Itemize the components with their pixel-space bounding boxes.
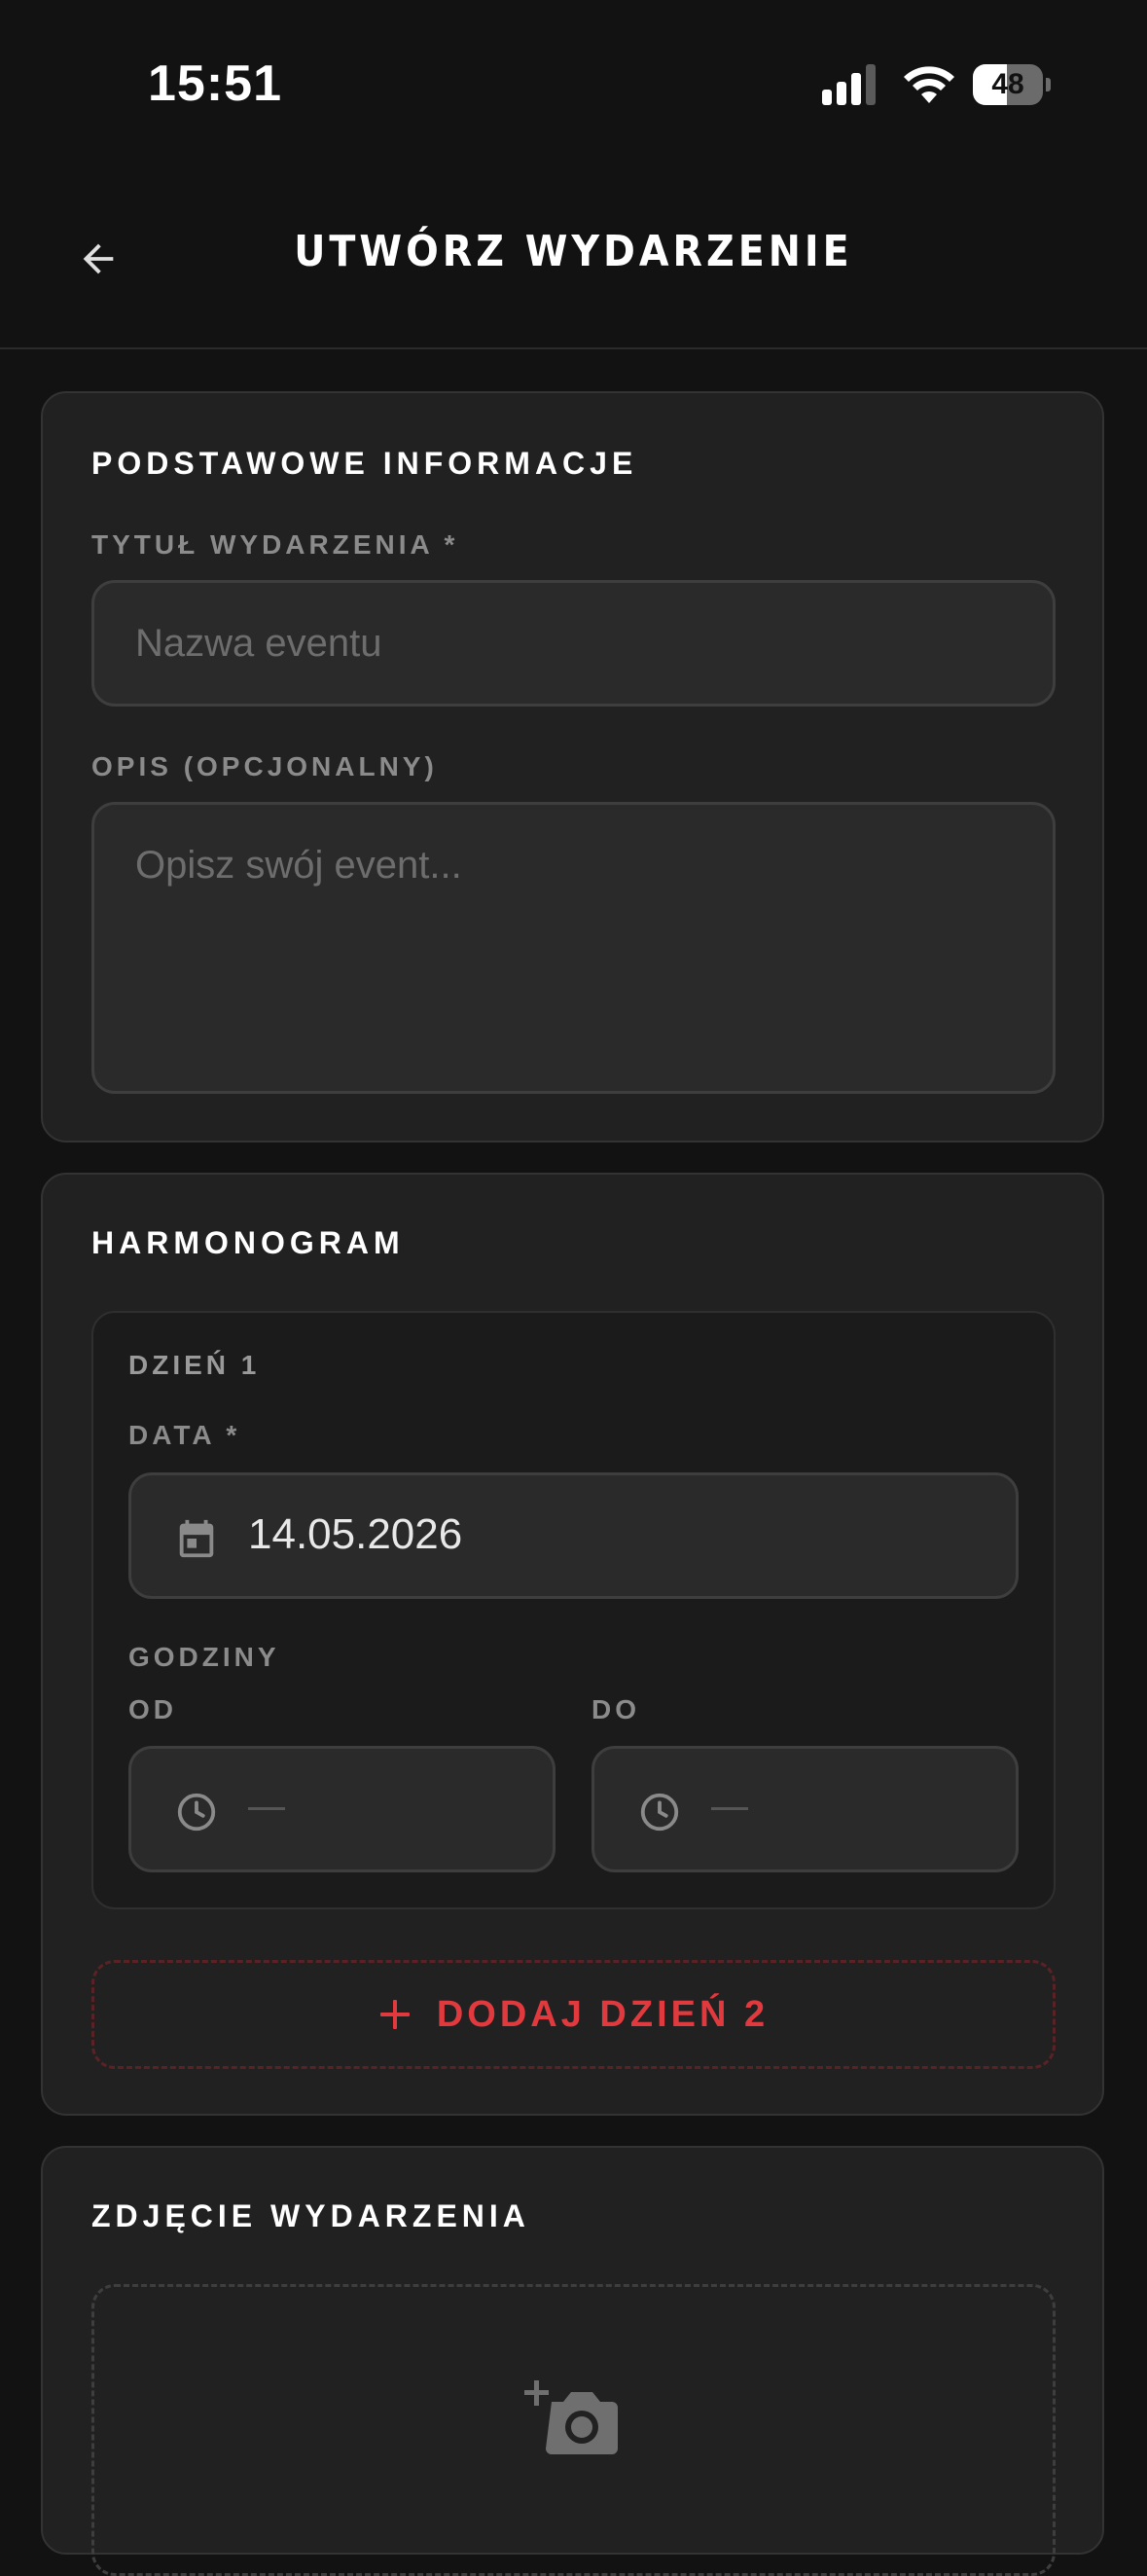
clock-icon bbox=[177, 1793, 216, 1832]
wifi-icon bbox=[904, 66, 954, 103]
battery-icon: 48 bbox=[973, 64, 1051, 105]
hours-label: GODZINY bbox=[128, 1642, 280, 1672]
time-to-input[interactable] bbox=[591, 1746, 1019, 1872]
add-day-label: DODAJ DZIEŃ 2 bbox=[436, 1993, 770, 2035]
add-day-button[interactable]: DODAJ DZIEŃ 2 bbox=[91, 1960, 1056, 2069]
page-title: UTWÓRZ WYDARZENIE bbox=[294, 227, 853, 276]
battery-percent: 48 bbox=[991, 68, 1024, 100]
event-title-input[interactable]: Nazwa eventu bbox=[91, 580, 1056, 707]
event-title-label: TYTUŁ WYDARZENIA * bbox=[91, 529, 459, 560]
from-label: OD bbox=[128, 1694, 177, 1724]
add-photo-icon bbox=[524, 2380, 618, 2454]
basic-info-card: PODSTAWOWE INFORMACJE TYTUŁ WYDARZENIA *… bbox=[41, 391, 1104, 1143]
section-title-photo: ZDJĘCIE WYDARZENIA bbox=[91, 2198, 530, 2233]
status-bar: 15:51 48 bbox=[0, 0, 1147, 170]
date-label: DATA * bbox=[128, 1420, 241, 1450]
cellular-signal-icon bbox=[822, 64, 876, 105]
day-title: DZIEŃ 1 bbox=[128, 1350, 261, 1380]
to-label: DO bbox=[591, 1694, 640, 1724]
description-placeholder: Opisz swój event... bbox=[135, 844, 462, 887]
photo-card: ZDJĘCIE WYDARZENIA bbox=[41, 2146, 1104, 2576]
date-value: 14.05.2026 bbox=[248, 1510, 463, 1558]
description-label: OPIS (OPCJONALNY) bbox=[91, 751, 438, 781]
section-title-schedule: HARMONOGRAM bbox=[91, 1225, 405, 1260]
plus-icon bbox=[379, 2000, 410, 2029]
time-from-empty-value bbox=[248, 1807, 285, 1810]
event-title-placeholder: Nazwa eventu bbox=[135, 622, 382, 665]
date-input[interactable]: 14.05.2026 bbox=[128, 1472, 1019, 1599]
time-from-input[interactable] bbox=[128, 1746, 556, 1872]
nav-header: UTWÓRZ WYDARZENIE bbox=[0, 170, 1147, 349]
day-box: DZIEŃ 1 DATA * 14.05.2026 GODZINY OD DO bbox=[91, 1311, 1056, 1909]
time-to-empty-value bbox=[711, 1807, 748, 1810]
schedule-card: HARMONOGRAM DZIEŃ 1 DATA * 14.05.2026 GO… bbox=[41, 1173, 1104, 2116]
clock-icon bbox=[640, 1793, 679, 1832]
status-time: 15:51 bbox=[148, 55, 282, 112]
section-title-basic-info: PODSTAWOWE INFORMACJE bbox=[91, 446, 638, 481]
photo-upload-area[interactable] bbox=[91, 2284, 1056, 2576]
calendar-icon bbox=[179, 1519, 214, 1558]
description-textarea[interactable]: Opisz swój event... bbox=[91, 802, 1056, 1094]
